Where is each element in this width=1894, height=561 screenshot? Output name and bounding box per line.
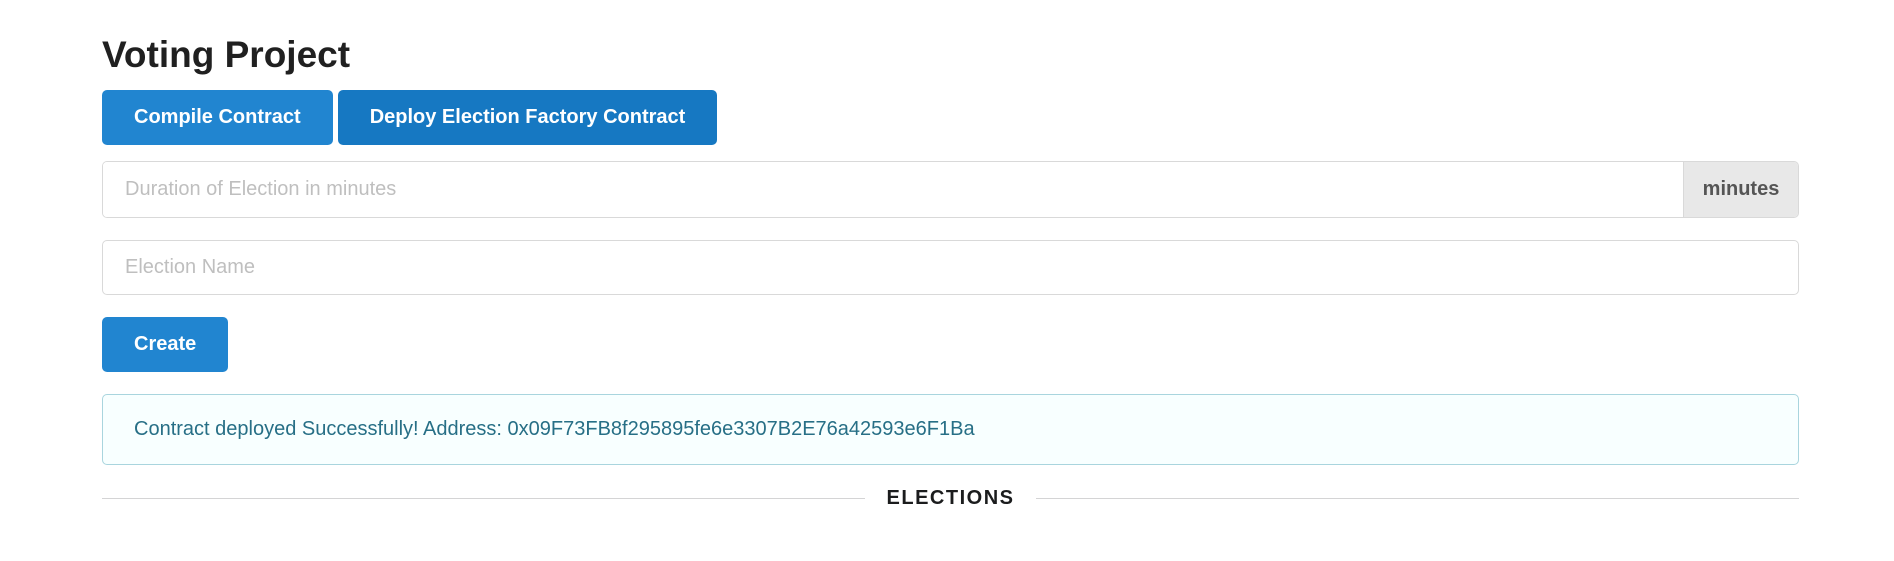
page-title: Voting Project bbox=[102, 34, 351, 75]
duration-unit-label: minutes bbox=[1683, 162, 1798, 217]
election-name-field-wrapper bbox=[102, 240, 1799, 295]
election-name-input[interactable] bbox=[103, 241, 1798, 294]
deploy-factory-button[interactable]: Deploy Election Factory Contract bbox=[337, 90, 718, 145]
toolbar: Compile Contract Deploy Election Factory… bbox=[102, 90, 1799, 145]
create-row: Create bbox=[102, 317, 1799, 372]
elections-divider: ELECTIONS bbox=[102, 483, 1800, 513]
duration-input[interactable] bbox=[103, 162, 1683, 217]
duration-input-group: minutes bbox=[102, 161, 1799, 218]
elections-heading: ELECTIONS bbox=[886, 486, 1015, 509]
success-message: Contract deployed Successfully! Address:… bbox=[102, 394, 1799, 465]
divider-line-right bbox=[1036, 497, 1800, 499]
divider-line-left bbox=[102, 497, 865, 499]
success-message-text: Contract deployed Successfully! Address:… bbox=[134, 418, 975, 440]
create-button[interactable]: Create bbox=[102, 317, 229, 372]
main-container: Voting Project Compile Contract Deploy E… bbox=[102, 0, 1800, 513]
compile-contract-button[interactable]: Compile Contract bbox=[102, 90, 333, 145]
